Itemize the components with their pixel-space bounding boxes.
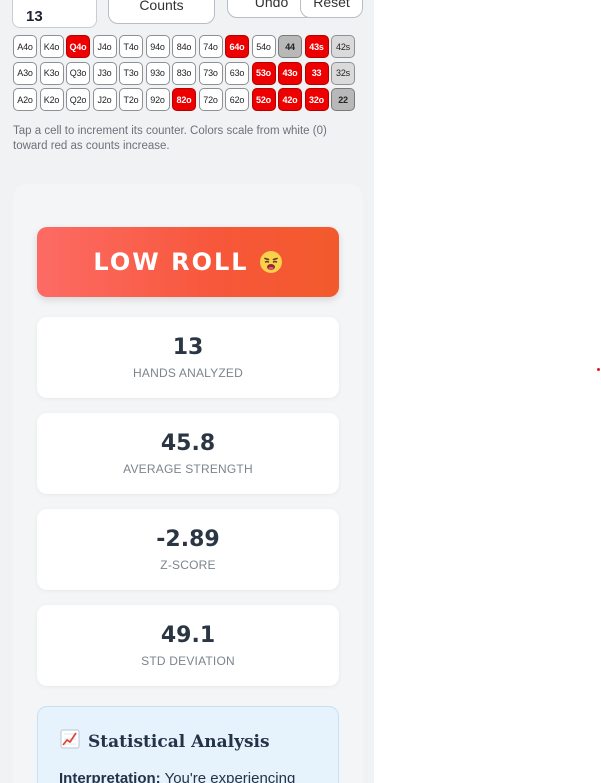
hand-cell-43o[interactable]: 43o (278, 61, 302, 85)
stat-card-zscore: -2.89 Z-SCORE (37, 509, 339, 590)
interpretation-text: Interpretation: You're experiencing (59, 770, 329, 783)
weary-face-icon (259, 250, 283, 274)
hand-cell-52o[interactable]: 52o (251, 88, 276, 111)
hand-cell-43s[interactable]: 43s (304, 35, 329, 58)
hand-cell-42s[interactable]: 42s (331, 35, 355, 58)
hand-cell-q4o[interactable]: Q4o (66, 35, 90, 58)
hand-cell-63o[interactable]: 63o (225, 61, 249, 85)
stat-label: STD DEVIATION (141, 654, 235, 668)
roll-result-banner: LOW ROLL (37, 227, 339, 297)
stat-label: AVERAGE STRENGTH (123, 462, 253, 476)
hand-cell-q2o[interactable]: Q2o (66, 88, 90, 111)
hand-cell-73o[interactable]: 73o (198, 61, 223, 85)
hand-cell-33[interactable]: 33 (304, 61, 329, 85)
hand-cell-k3o[interactable]: K3o (39, 61, 64, 85)
hand-cell-64o[interactable]: 64o (225, 35, 249, 58)
stat-label: HANDS ANALYZED (133, 366, 243, 380)
interpretation-label: Interpretation: (59, 770, 161, 783)
hand-cell-k4o[interactable]: K4o (39, 35, 64, 58)
hand-cell-j4o[interactable]: J4o (92, 35, 117, 58)
hand-cell-42o[interactable]: 42o (278, 88, 302, 111)
hand-cell-93o[interactable]: 93o (145, 61, 170, 85)
hand-cell-q3o[interactable]: Q3o (66, 61, 90, 85)
analysis-title: Statistical Analysis (88, 731, 270, 752)
grid-row: A2o K2o Q2o J2o T2o 92o 82o 72o 62o 52o 42o 32o 22 (13, 88, 358, 115)
hand-cell-44[interactable]: 44 (278, 35, 302, 58)
analysis-heading: Statistical Analysis (60, 729, 270, 754)
stat-card-average: 45.8 AVERAGE STRENGTH (37, 413, 339, 494)
hand-cell-a3o[interactable]: A3o (13, 61, 37, 85)
hand-cell-a2o[interactable]: A2o (13, 88, 37, 111)
hand-cell-83o[interactable]: 83o (172, 61, 196, 85)
hand-cell-82o[interactable]: 82o (172, 88, 196, 111)
hand-cell-22[interactable]: 22 (331, 88, 355, 111)
hand-cell-a4o[interactable]: A4o (13, 35, 37, 58)
chart-increasing-icon (60, 729, 80, 754)
counter-input[interactable] (12, 0, 97, 28)
stat-card-stddev: 49.1 STD DEVIATION (37, 605, 339, 686)
grid-row: A3o K3o Q3o J3o T3o 93o 83o 73o 63o 53o 43o 33 32s (13, 61, 358, 89)
hand-cell-t2o[interactable]: T2o (119, 88, 143, 111)
hand-cell-94o[interactable]: 94o (145, 35, 170, 58)
statistical-analysis-box: Statistical Analysis Interpretation: You… (37, 706, 339, 783)
hand-cell-t4o[interactable]: T4o (119, 35, 143, 58)
hand-cell-32s[interactable]: 32s (331, 61, 355, 85)
stat-value: 13 (172, 335, 204, 360)
stat-value: 45.8 (160, 431, 216, 456)
hand-cell-t3o[interactable]: T3o (119, 61, 143, 85)
roll-result-label: LOW ROLL (93, 248, 249, 276)
hand-cell-32o[interactable]: 32o (304, 88, 329, 111)
hand-cell-84o[interactable]: 84o (172, 35, 196, 58)
counts-button[interactable]: Counts (108, 0, 215, 24)
stat-card-hands: 13 HANDS ANALYZED (37, 317, 339, 398)
stat-value: -2.89 (156, 527, 220, 552)
hand-cell-74o[interactable]: 74o (198, 35, 223, 58)
hand-grid: A4o K4o Q4o J4o T4o 94o 84o 74o 64o 54o 44 43s 42s A3… (13, 35, 358, 115)
hand-cell-k2o[interactable]: K2o (39, 88, 64, 111)
marker-dot (597, 368, 600, 371)
hand-cell-72o[interactable]: 72o (198, 88, 223, 111)
hand-cell-53o[interactable]: 53o (251, 61, 276, 85)
stat-value: 49.1 (160, 623, 216, 648)
hint-text: Tap a cell to increment its counter. Col… (13, 125, 327, 152)
hand-cell-j2o[interactable]: J2o (92, 88, 117, 111)
reset-button[interactable]: Reset (300, 0, 363, 18)
hand-cell-62o[interactable]: 62o (225, 88, 249, 111)
interpretation-body: You're experiencing (164, 770, 296, 783)
stat-label: Z-SCORE (160, 558, 216, 572)
grid-row: A4o K4o Q4o J4o T4o 94o 84o 74o 64o 54o 44 43s 42s (13, 35, 358, 62)
hand-cell-92o[interactable]: 92o (145, 88, 170, 111)
hand-cell-j3o[interactable]: J3o (92, 61, 117, 85)
hand-cell-54o[interactable]: 54o (251, 35, 276, 58)
